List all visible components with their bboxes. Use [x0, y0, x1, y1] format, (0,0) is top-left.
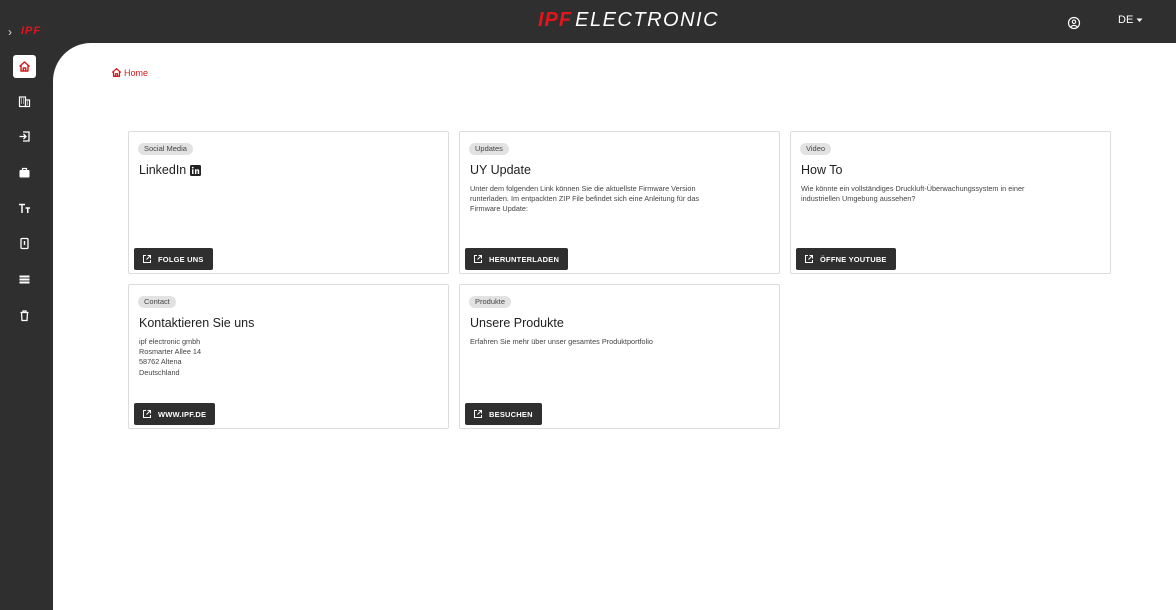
external-link-icon — [142, 254, 152, 264]
sidebar — [0, 43, 53, 610]
sidebar-item-buildings[interactable] — [13, 90, 36, 113]
brand-logo: IPF ELECTRONIC — [538, 9, 719, 33]
external-link-icon — [473, 254, 483, 264]
expand-sidebar-toggle[interactable]: › — [8, 25, 12, 39]
list-icon — [18, 273, 31, 286]
category-chip: Produkte — [469, 296, 512, 308]
brand-logo-bold: IPF — [538, 9, 573, 31]
card-title-text: How To — [801, 163, 843, 177]
button-label: ÖFFNE YOUTUBE — [820, 254, 887, 264]
trash-icon — [18, 309, 31, 322]
mini-logo: IPF — [21, 25, 42, 37]
button-label: BESUCHEN — [489, 409, 533, 419]
card-title-text: Unsere Produkte — [470, 316, 564, 330]
linkedin-icon — [190, 164, 202, 176]
top-bar: › IPF IPF ELECTRONIC DE — [0, 0, 1176, 43]
category-chip: Video — [800, 143, 832, 155]
login-icon — [18, 130, 31, 143]
user-account-icon[interactable] — [1067, 16, 1081, 30]
card-description: Wie könnte ein vollständiges Druckluft-Ü… — [801, 184, 1025, 204]
external-link-icon — [473, 409, 483, 419]
home-icon — [18, 60, 31, 73]
device-icon — [18, 237, 31, 250]
category-chip: Updates — [469, 143, 509, 155]
sidebar-item-briefcase[interactable] — [13, 161, 36, 184]
card-description: Unter dem folgenden Link können Sie die … — [470, 184, 700, 214]
category-chip: Social Media — [138, 143, 193, 155]
breadcrumb-home-label: Home — [124, 67, 149, 78]
button-label: FOLGE UNS — [158, 254, 204, 264]
card-contact: Contact Kontaktieren Sie uns ipf electro… — [128, 284, 449, 429]
language-selector[interactable]: DE — [1118, 14, 1143, 26]
visit-button[interactable]: BESUCHEN — [465, 403, 542, 425]
follow-us-button[interactable]: FOLGE UNS — [134, 248, 213, 270]
card-title: LinkedIn — [139, 163, 202, 177]
home-icon — [111, 67, 122, 78]
card-updates: Updates UY Update Unter dem folgenden Li… — [459, 131, 780, 274]
download-button[interactable]: HERUNTERLADEN — [465, 248, 569, 270]
card-title-text: UY Update — [470, 163, 531, 177]
main-content: Home Social Media LinkedIn FOLGE UNS Upd… — [53, 43, 1176, 610]
card-title: How To — [801, 163, 842, 177]
brand-logo-text: ELECTRONIC — [575, 9, 720, 31]
button-label: HERUNTERLADEN — [489, 254, 560, 264]
card-title-text: Kontaktieren Sie uns — [139, 316, 255, 330]
card-description: ipf electronic gmbh Rosmarter Allee 14 5… — [139, 337, 202, 377]
external-link-icon — [142, 409, 152, 419]
external-link-icon — [804, 254, 814, 264]
card-social-media: Social Media LinkedIn FOLGE UNS — [128, 131, 449, 274]
category-chip: Contact — [138, 296, 176, 308]
sidebar-item-login[interactable] — [13, 125, 36, 148]
breadcrumb[interactable]: Home — [111, 67, 148, 78]
card-description: Erfahren Sie mehr über unser gesamtes Pr… — [470, 337, 653, 346]
language-label: DE — [1118, 14, 1134, 26]
card-title-text: LinkedIn — [139, 163, 187, 177]
button-label: WWW.IPF.DE — [158, 409, 207, 419]
sidebar-item-trash[interactable] — [13, 304, 36, 327]
building-icon — [18, 95, 31, 108]
text-size-icon — [18, 202, 31, 215]
card-title: Kontaktieren Sie uns — [139, 316, 254, 330]
card-products: Produkte Unsere Produkte Erfahren Sie me… — [459, 284, 780, 429]
sidebar-item-home[interactable] — [13, 55, 36, 78]
card-title: Unsere Produkte — [470, 316, 564, 330]
sidebar-item-text-size[interactable] — [13, 197, 36, 220]
website-button[interactable]: WWW.IPF.DE — [134, 403, 216, 425]
sidebar-item-list[interactable] — [13, 268, 36, 291]
caret-down-icon — [1136, 18, 1143, 23]
card-video: Video How To Wie könnte ein vollständige… — [790, 131, 1111, 274]
card-title: UY Update — [470, 163, 531, 177]
open-youtube-button[interactable]: ÖFFNE YOUTUBE — [796, 248, 896, 270]
briefcase-icon — [18, 166, 31, 179]
sidebar-item-device[interactable] — [13, 232, 36, 255]
